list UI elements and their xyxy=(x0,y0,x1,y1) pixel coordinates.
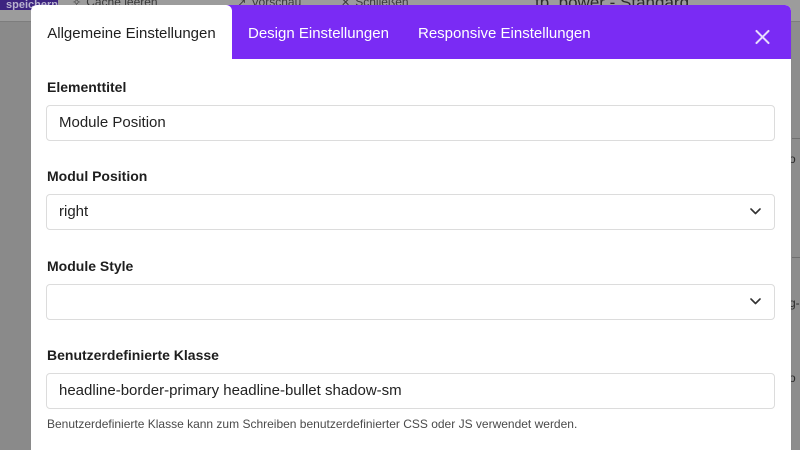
custom-class-input[interactable]: headline-border-primary headline-bullet … xyxy=(46,373,775,409)
background-divider xyxy=(792,138,800,139)
tab-responsive-settings[interactable]: Responsive Einstellungen xyxy=(418,5,591,59)
element-title-input[interactable]: Module Position xyxy=(46,105,775,141)
background-panel xyxy=(792,22,800,450)
module-style-select[interactable] xyxy=(46,284,775,320)
module-position-value: right xyxy=(59,203,89,220)
tab-general-settings[interactable]: Allgemeine Einstellungen xyxy=(31,5,232,59)
module-position-select[interactable]: right xyxy=(46,194,775,230)
tab-design-settings[interactable]: Design Einstellungen xyxy=(248,5,389,59)
chevron-down-icon xyxy=(750,208,761,215)
close-icon[interactable] xyxy=(752,27,772,47)
module-style-label: Module Style xyxy=(47,258,134,274)
custom-class-help-text: Benutzerdefinierte Klasse kann zum Schre… xyxy=(47,417,578,431)
element-title-label: Elementtitel xyxy=(47,79,127,95)
module-position-label: Modul Position xyxy=(47,168,148,184)
custom-class-label: Benutzerdefinierte Klasse xyxy=(47,347,219,363)
background-divider xyxy=(792,257,800,258)
modal-header: Allgemeine Einstellungen Design Einstell… xyxy=(31,5,791,59)
settings-modal: Allgemeine Einstellungen Design Einstell… xyxy=(31,5,791,450)
chevron-down-icon xyxy=(750,298,761,305)
